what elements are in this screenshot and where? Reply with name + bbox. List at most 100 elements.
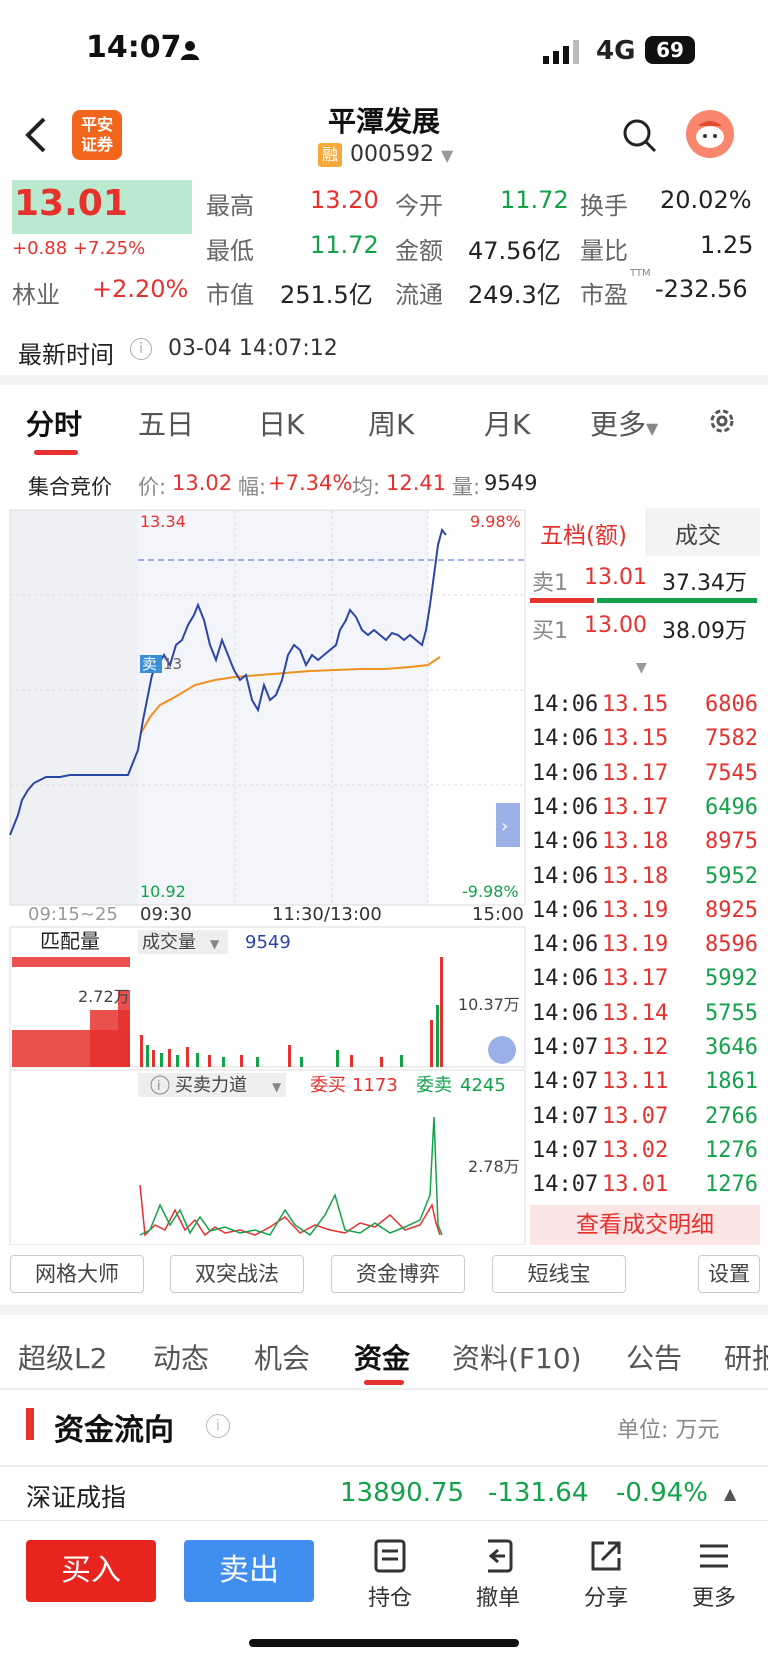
- tab-opportunity[interactable]: 机会: [254, 1337, 310, 1377]
- caret-down-icon: ▼: [646, 419, 659, 438]
- trade-time: 14:06: [532, 897, 599, 923]
- auction-vol: 9549: [484, 471, 538, 495]
- tab-funds[interactable]: 资金: [354, 1337, 410, 1377]
- caret-up-icon[interactable]: ▲: [724, 1484, 736, 1503]
- trade-time: 14:06: [532, 863, 599, 889]
- intraday-chart[interactable]: 卖 13 13.34 9.98% 10.92 -9.98% › 09:15~25…: [0, 505, 530, 1245]
- tab-announcements[interactable]: 公告: [626, 1337, 682, 1377]
- top-price-label: 13.34: [140, 512, 186, 531]
- sell-ratio-bar: [530, 598, 594, 603]
- sector-pct: +2.20%: [92, 275, 189, 303]
- price-area: [138, 510, 428, 905]
- battery-level: 69: [656, 38, 684, 62]
- tab-order-level[interactable]: 五档(额): [540, 516, 627, 550]
- home-indicator[interactable]: [249, 1639, 519, 1647]
- auction-title: 集合竞价: [28, 475, 112, 499]
- index-ticker[interactable]: 深证成指 13890.75 -131.64 -0.94% ▲: [0, 1470, 768, 1520]
- buy1-price: 13.00: [584, 613, 647, 638]
- auction-range-label: 幅:: [238, 475, 267, 499]
- trade-row: 14:06 13.15 7582: [532, 726, 762, 758]
- trade-volume: 1861: [705, 1069, 758, 1095]
- divider: [0, 1465, 768, 1467]
- tab-super-l2[interactable]: 超级L2: [18, 1337, 107, 1377]
- high-value: 13.20: [310, 186, 379, 214]
- tab-daily-k[interactable]: 日K: [258, 403, 304, 443]
- force-max-label: 2.78万: [468, 1157, 520, 1176]
- trade-volume: 5952: [705, 863, 758, 889]
- info-icon-glyph: i: [157, 1079, 161, 1094]
- trade-time: 14:06: [532, 726, 599, 752]
- section-marker: [26, 1408, 34, 1440]
- trade-time: 14:07: [532, 1069, 599, 1095]
- tab-intraday[interactable]: 分时: [26, 403, 82, 443]
- sell1-amount: 37.34万: [662, 571, 747, 596]
- time-label-auction: 09:15~25: [28, 904, 118, 925]
- tool-settings[interactable]: 设置: [698, 1255, 760, 1293]
- trade-volume: 1276: [705, 1137, 758, 1163]
- search-icon[interactable]: [622, 118, 658, 158]
- info-icon[interactable]: i: [130, 338, 152, 360]
- tab-more[interactable]: 更多▼: [590, 403, 658, 443]
- trade-volume: 5755: [705, 1000, 758, 1026]
- avatar[interactable]: [686, 110, 734, 158]
- entrust-buy-label: 委买: [310, 1075, 346, 1096]
- sell-marker: 卖: [142, 655, 157, 673]
- trade-price: 13.02: [602, 1137, 669, 1163]
- top-pct-label: 9.98%: [470, 512, 521, 531]
- trade-volume: 2766: [705, 1103, 758, 1129]
- trade-time: 14:07: [532, 1172, 599, 1198]
- trade-time: 14:06: [532, 760, 599, 786]
- auction-avg: 12.41: [386, 471, 447, 495]
- trade-time: 14:07: [532, 1103, 599, 1129]
- trade-price: 13.18: [602, 863, 669, 889]
- amount-label: 金额: [395, 237, 443, 265]
- auction-vol-label: 量:: [452, 475, 481, 499]
- more-button[interactable]: 更多: [674, 1538, 754, 1612]
- trade-price: 13.12: [602, 1035, 669, 1060]
- tool-double-breakout[interactable]: 双突战法: [170, 1255, 304, 1293]
- sell1-label: 卖1: [532, 571, 568, 596]
- tab-monthly-k[interactable]: 月K: [484, 403, 530, 443]
- tab-five-day[interactable]: 五日: [138, 403, 194, 443]
- trade-time: 14:07: [532, 1137, 599, 1163]
- trade-price: 13.07: [602, 1103, 669, 1129]
- trade-price: 13.18: [602, 829, 669, 855]
- cancel-label: 撤单: [475, 1586, 520, 1611]
- sell1-price: 13.01: [584, 565, 647, 590]
- mktcap-value: 251.5亿: [280, 281, 373, 309]
- auction-price: 13.02: [172, 471, 233, 495]
- trade-row: 14:07 13.07 2766: [532, 1104, 762, 1136]
- auction-avg-label: 均:: [352, 475, 381, 499]
- divider: [0, 375, 768, 385]
- cancel-order-button[interactable]: 撤单: [458, 1538, 538, 1612]
- tab-trades[interactable]: 成交: [675, 516, 721, 550]
- status-bar: 14:07 4G 69: [0, 0, 768, 100]
- buy-button[interactable]: 买入: [26, 1540, 156, 1602]
- tool-fund-game[interactable]: 资金博弈: [331, 1255, 465, 1293]
- tool-short-line[interactable]: 短线宝: [492, 1255, 626, 1293]
- position-button[interactable]: 持仓: [350, 1538, 430, 1612]
- margin-badge: 融: [318, 143, 342, 167]
- sell-button[interactable]: 卖出: [184, 1540, 314, 1602]
- tab-research[interactable]: 研报: [724, 1337, 768, 1377]
- chevron-right-icon[interactable]: ›: [501, 816, 508, 837]
- battery-icon: 69: [645, 36, 695, 64]
- gear-icon[interactable]: [706, 405, 738, 441]
- mktcap-label: 市值: [206, 281, 254, 309]
- info-icon[interactable]: i: [206, 1414, 230, 1438]
- caret-down-icon[interactable]: ▼: [636, 660, 647, 676]
- stock-code-selector[interactable]: 000592 ▼: [350, 142, 453, 167]
- trade-price: 13.15: [602, 726, 669, 752]
- tab-news[interactable]: 动态: [153, 1337, 209, 1377]
- trade-time: 14:07: [532, 1035, 599, 1060]
- share-button[interactable]: 分享: [566, 1538, 646, 1612]
- view-trade-details-button[interactable]: 查看成交明细: [530, 1205, 760, 1245]
- sector-name[interactable]: 林业: [12, 275, 60, 310]
- tool-grid-master[interactable]: 网格大师: [10, 1255, 144, 1293]
- current-price: 13.01: [14, 183, 128, 224]
- tab-f10[interactable]: 资料(F10): [452, 1337, 582, 1377]
- share-icon: [591, 1541, 621, 1571]
- fullscreen-icon[interactable]: [488, 1036, 516, 1064]
- tab-weekly-k[interactable]: 周K: [368, 403, 414, 443]
- trade-volume: 8975: [705, 829, 758, 855]
